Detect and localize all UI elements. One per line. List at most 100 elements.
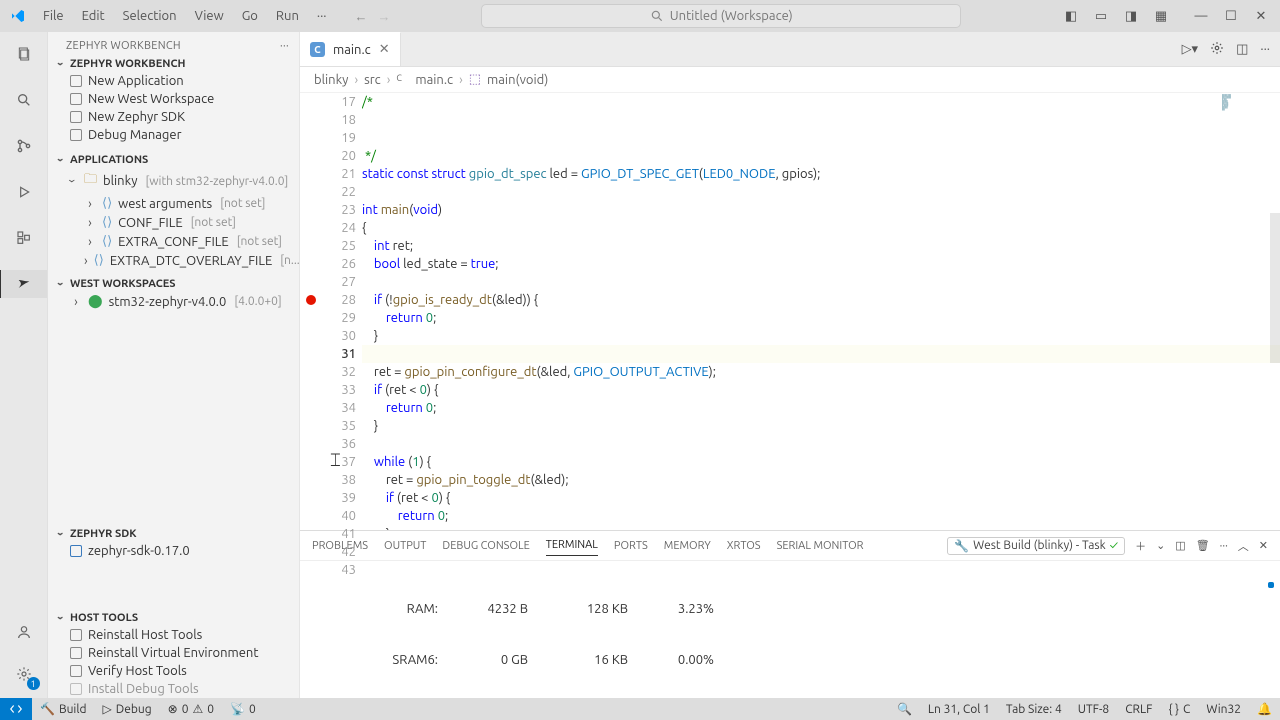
activity-settings-icon[interactable]: 1 [10, 660, 38, 688]
gear-icon[interactable] [1210, 41, 1224, 58]
layout-sidebar-left-icon[interactable]: ◧ [1062, 9, 1080, 24]
menu-go[interactable]: Go [234, 5, 266, 27]
panel-maximize-icon[interactable]: ︿ [1238, 538, 1249, 554]
layout-sidebar-right-icon[interactable]: ◨ [1122, 9, 1140, 24]
sidebar-item-reinstall-host[interactable]: Reinstall Host Tools [48, 626, 299, 644]
menu-selection[interactable]: Selection [115, 5, 185, 27]
panel-close-icon[interactable]: ✕ [1259, 539, 1268, 552]
sidebar-item-extra-conf-file[interactable]: ›⟨⟩EXTRA_CONF_FILE[not set] [48, 232, 299, 251]
sidebar-item-verify-host[interactable]: Verify Host Tools [48, 662, 299, 680]
run-play-icon[interactable]: ▷▾ [1182, 42, 1199, 57]
sidebar-item-west-workspace[interactable]: ›⬤stm32-zephyr-v4.0.0[4.0.0+0] [48, 292, 299, 311]
tab-close-icon[interactable]: ✕ [379, 42, 390, 57]
terminal-content[interactable]: RAM:4232 B128 KB3.23% SRAM6:0 GB16 KB0.0… [300, 561, 1280, 698]
status-build[interactable]: 🔨 Build [32, 702, 95, 716]
status-cursor-pos[interactable]: Ln 31, Col 1 [920, 702, 998, 716]
activity-accounts-icon[interactable] [10, 618, 38, 646]
status-zoom-icon[interactable]: 🔍 [889, 702, 920, 716]
menu-edit[interactable]: Edit [74, 5, 113, 27]
sidebar-item-new-west-workspace[interactable]: New West Workspace [48, 90, 299, 108]
activity-scm-icon[interactable] [10, 132, 38, 160]
window-minimize-icon[interactable]: ― [1192, 9, 1210, 24]
sidebar-more-icon[interactable]: ··· [280, 40, 289, 52]
c-file-icon: C [396, 73, 409, 86]
panel-tab-xrtos[interactable]: XRTOS [727, 536, 761, 556]
breakpoint-gutter[interactable] [300, 93, 322, 530]
activity-search-icon[interactable] [10, 86, 38, 114]
terminal-chevron-down-icon[interactable]: ⌄ [1156, 539, 1165, 552]
kill-terminal-icon[interactable]: 🗑 [1196, 539, 1210, 552]
editor-area: C main.c ✕ ▷▾ ◫ ··· blinky› src› C main.… [300, 32, 1280, 698]
status-encoding[interactable]: UTF-8 [1070, 702, 1117, 716]
nav-arrows: ← → [354, 9, 390, 24]
nav-back-icon[interactable]: ← [354, 9, 367, 24]
command-center[interactable]: Untitled (Workspace) [481, 4, 961, 28]
sidebar-item-sdk[interactable]: zephyr-sdk-0.17.0 [48, 542, 299, 560]
search-icon [650, 9, 664, 23]
breadcrumbs[interactable]: blinky› src› C main.c› ⬚main(void) [300, 67, 1280, 93]
menu-more-icon[interactable]: ··· [309, 5, 335, 27]
section-applications[interactable]: ›APPLICATIONS [48, 152, 299, 168]
sidebar-item-conf-file[interactable]: ›⟨⟩CONF_FILE[not set] [48, 213, 299, 232]
sidebar-title: ZEPHYR WORKBENCH [66, 40, 181, 52]
panel-tab-ports[interactable]: PORTS [614, 536, 648, 556]
panel-tab-serial[interactable]: SERIAL MONITOR [777, 536, 864, 556]
section-host[interactable]: ›HOST TOOLS [48, 610, 299, 626]
panel-tab-output[interactable]: OUTPUT [384, 536, 426, 556]
sidebar-item-reinstall-venv[interactable]: Reinstall Virtual Environment [48, 644, 299, 662]
nav-forward-icon[interactable]: → [377, 9, 390, 24]
title-bar: File Edit Selection View Go Run ··· ← → … [0, 0, 1280, 32]
panel-tab-debug-console[interactable]: DEBUG CONSOLE [442, 536, 529, 556]
window-maximize-icon[interactable]: ☐ [1222, 9, 1240, 24]
tab-main-c[interactable]: C main.c ✕ [300, 32, 401, 66]
panel-more-icon[interactable]: ··· [1220, 540, 1228, 552]
section-west[interactable]: ›WEST WORKSPACES [48, 276, 299, 292]
editor-scrollbar[interactable] [1270, 213, 1280, 363]
split-editor-icon[interactable]: ◫ [1236, 42, 1248, 57]
section-workbench[interactable]: ›ZEPHYR WORKBENCH [48, 56, 299, 72]
sidebar-item-debug-manager[interactable]: Debug Manager [48, 126, 299, 144]
sidebar-item-install-debug[interactable]: Install Debug Tools [48, 680, 299, 698]
layout-panel-icon[interactable]: ▭ [1092, 9, 1110, 24]
activity-debug-icon[interactable] [10, 178, 38, 206]
panel-tab-memory[interactable]: MEMORY [664, 536, 711, 556]
status-tab-size[interactable]: Tab Size: 4 [998, 702, 1070, 716]
menu-run[interactable]: Run [268, 5, 307, 27]
menu-view[interactable]: View [187, 5, 232, 27]
status-ports[interactable]: 📡0 [222, 702, 264, 716]
sidebar-item-blinky[interactable]: ›🗀blinky[with stm32-zephyr-v4.0.0] [48, 168, 299, 194]
activity-bar: 1 [0, 32, 48, 698]
terminal-task-chip[interactable]: 🔧West Build (blinky) - Task✓ [947, 537, 1125, 555]
split-terminal-icon[interactable]: ◫ [1175, 539, 1185, 552]
sidebar-item-new-application[interactable]: New Application [48, 72, 299, 90]
status-problems[interactable]: ⊗0 ⚠0 [160, 702, 222, 716]
editor-tabs: C main.c ✕ ▷▾ ◫ ··· [300, 32, 1280, 67]
panel-tabs: PROBLEMS OUTPUT DEBUG CONSOLE TERMINAL P… [300, 531, 1280, 561]
status-target[interactable]: Win32 [1198, 702, 1249, 716]
c-file-icon: C [310, 42, 325, 57]
new-terminal-icon[interactable]: ＋ [1135, 538, 1146, 554]
sidebar-item-new-zephyr-sdk[interactable]: New Zephyr SDK [48, 108, 299, 126]
activity-explorer-icon[interactable] [10, 40, 38, 68]
window-title: Untitled (Workspace) [670, 9, 793, 23]
layout-customize-icon[interactable]: ▦ [1152, 9, 1170, 24]
panel-tab-terminal[interactable]: TERMINAL [546, 535, 598, 556]
status-language[interactable]: { } C [1160, 702, 1198, 716]
status-debug[interactable]: ▷ Debug [95, 702, 160, 716]
status-notifications-icon[interactable]: 🔔 [1249, 702, 1280, 716]
tab-label: main.c [333, 43, 371, 57]
bottom-panel: PROBLEMS OUTPUT DEBUG CONSOLE TERMINAL P… [300, 530, 1280, 698]
menu-file[interactable]: File [35, 5, 72, 27]
breakpoint-icon[interactable] [306, 295, 316, 305]
sidebar-item-extra-dtc[interactable]: ›⟨⟩EXTRA_DTC_OVERLAY_FILE[n... [48, 251, 299, 270]
section-sdk[interactable]: ›ZEPHYR SDK [48, 526, 299, 542]
status-eol[interactable]: CRLF [1117, 702, 1160, 716]
code-editor[interactable]: 1718192021222324252627282930313233343536… [300, 93, 1280, 530]
activity-zephyr-icon[interactable] [0, 270, 47, 298]
menu-bar: File Edit Selection View Go Run ··· [35, 5, 334, 27]
editor-more-icon[interactable]: ··· [1260, 42, 1270, 56]
remote-indicator-icon[interactable] [0, 698, 32, 720]
sidebar-item-west-args[interactable]: ›⟨⟩west arguments[not set] [48, 194, 299, 213]
activity-extensions-icon[interactable] [10, 224, 38, 252]
window-close-icon[interactable]: ✕ [1252, 9, 1270, 24]
